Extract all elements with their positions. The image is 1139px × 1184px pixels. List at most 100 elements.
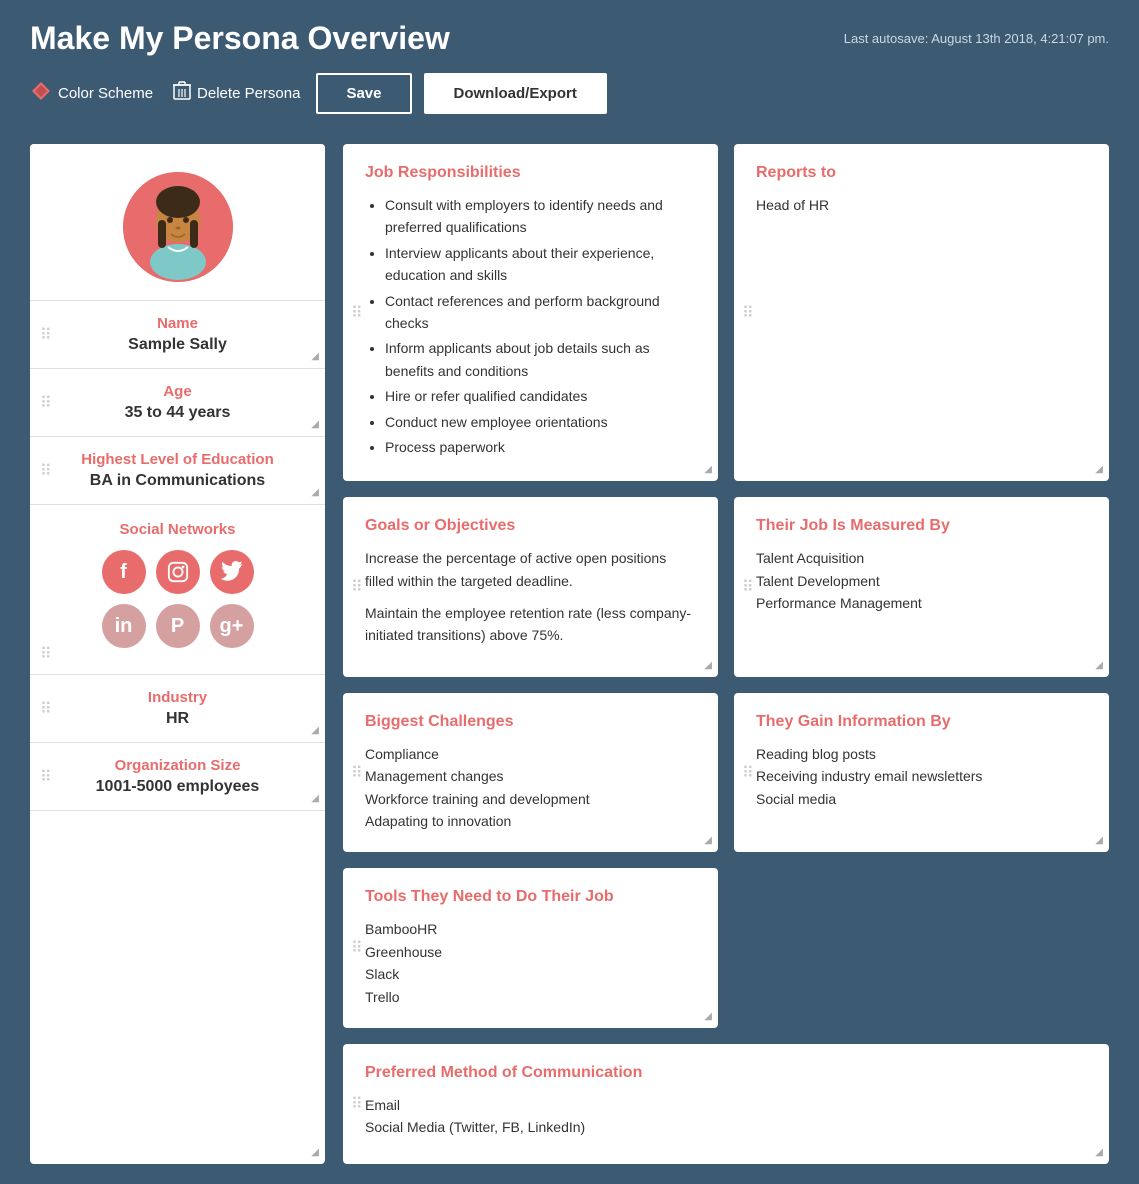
color-scheme-label: Color Scheme — [58, 85, 153, 102]
education-resize-handle[interactable]: ◢ — [311, 487, 319, 498]
job-measured-resize-handle[interactable]: ◢ — [1095, 660, 1103, 671]
challenges-resize-handle[interactable]: ◢ — [704, 835, 712, 846]
goals-paragraph: Increase the percentage of active open p… — [365, 547, 696, 592]
tools-drag-handle[interactable]: ⠿ — [351, 938, 363, 958]
tools-resize-handle[interactable]: ◢ — [704, 1011, 712, 1022]
list-item: Talent Acquisition — [756, 547, 1087, 569]
list-item: Talent Development — [756, 570, 1087, 592]
education-drag-handle[interactable]: ⠿ — [40, 461, 52, 481]
reports-to-drag-handle[interactable]: ⠿ — [742, 303, 754, 323]
communication-drag-handle[interactable]: ⠿ — [351, 1094, 363, 1114]
social-resize-handle[interactable]: ◢ — [311, 1147, 319, 1158]
list-item: BambooHR — [365, 918, 696, 940]
header-btn-group: Save Download/Export — [316, 73, 606, 114]
name-section: ⠿ Name Sample Sally ◢ — [30, 301, 325, 369]
autosave-text: Last autosave: August 13th 2018, 4:21:07… — [844, 31, 1109, 46]
social-icons-row1: f — [46, 550, 309, 594]
reports-to-content: Head of HR — [756, 194, 1087, 216]
gain-info-resize-handle[interactable]: ◢ — [1095, 835, 1103, 846]
right-grid: ⠿ Job Responsibilities Consult with empl… — [343, 144, 1109, 1164]
instagram-icon[interactable] — [156, 550, 200, 594]
download-button[interactable]: Download/Export — [424, 73, 607, 114]
color-scheme-button[interactable]: Color Scheme — [30, 80, 153, 107]
job-measured-content: Talent AcquisitionTalent DevelopmentPerf… — [756, 547, 1087, 614]
age-section: ⠿ Age 35 to 44 years ◢ — [30, 369, 325, 437]
job-resp-content: Consult with employers to identify needs… — [365, 194, 696, 458]
save-button[interactable]: Save — [316, 73, 411, 114]
linkedin-icon[interactable]: in — [102, 604, 146, 648]
left-panel: ⠿ Name Sample Sally ◢ ⠿ Age 35 to 44 yea… — [30, 144, 325, 1164]
job-resp-title: Job Responsibilities — [365, 164, 696, 182]
job-resp-drag-handle[interactable]: ⠿ — [351, 303, 363, 323]
industry-drag-handle[interactable]: ⠿ — [40, 699, 52, 719]
education-value: BA in Communications — [46, 472, 309, 490]
communication-content: EmailSocial Media (Twitter, FB, LinkedIn… — [365, 1094, 1087, 1139]
social-icons-row2: in P g+ — [46, 604, 309, 648]
challenges-card: ⠿ Biggest Challenges ComplianceManagemen… — [343, 693, 718, 853]
communication-list: EmailSocial Media (Twitter, FB, LinkedIn… — [365, 1094, 1087, 1139]
list-item: Inform applicants about job details such… — [385, 337, 696, 382]
job-measured-drag-handle[interactable]: ⠿ — [742, 577, 754, 597]
job-measured-list: Talent AcquisitionTalent DevelopmentPerf… — [756, 547, 1087, 614]
tools-card: ⠿ Tools They Need to Do Their Job Bamboo… — [343, 868, 718, 1028]
goals-drag-handle[interactable]: ⠿ — [351, 577, 363, 597]
pinterest-icon[interactable]: P — [156, 604, 200, 648]
header-left-actions: Color Scheme Delete Persona — [30, 80, 300, 107]
age-value: 35 to 44 years — [46, 404, 309, 422]
avatar-section — [30, 144, 325, 301]
challenges-title: Biggest Challenges — [365, 713, 696, 731]
list-item: Slack — [365, 963, 696, 985]
org-size-section: ⠿ Organization Size 1001-5000 employees … — [30, 743, 325, 811]
avatar — [123, 172, 233, 282]
twitter-svg — [221, 561, 243, 583]
age-resize-handle[interactable]: ◢ — [311, 419, 319, 430]
communication-resize-handle[interactable]: ◢ — [1095, 1147, 1103, 1158]
social-drag-handle[interactable]: ⠿ — [40, 644, 52, 664]
org-size-resize-handle[interactable]: ◢ — [311, 793, 319, 804]
age-drag-handle[interactable]: ⠿ — [40, 393, 52, 413]
goals-paragraph: Maintain the employee retention rate (le… — [365, 602, 696, 647]
list-item: Greenhouse — [365, 941, 696, 963]
twitter-icon[interactable] — [210, 550, 254, 594]
reports-to-title: Reports to — [756, 164, 1087, 182]
org-size-drag-handle[interactable]: ⠿ — [40, 767, 52, 787]
tools-list: BambooHRGreenhouseSlackTrello — [365, 918, 696, 1008]
list-item: Interview applicants about their experie… — [385, 242, 696, 287]
goals-content: Increase the percentage of active open p… — [365, 547, 696, 647]
challenges-list: ComplianceManagement changesWorkforce tr… — [365, 743, 696, 833]
list-item: Adapating to innovation — [365, 810, 696, 832]
goals-title: Goals or Objectives — [365, 517, 696, 535]
list-item: Social media — [756, 788, 1087, 810]
delete-persona-button[interactable]: Delete Persona — [173, 81, 300, 106]
name-resize-handle[interactable]: ◢ — [311, 351, 319, 362]
avatar-svg — [123, 172, 233, 282]
job-resp-resize-handle[interactable]: ◢ — [704, 464, 712, 475]
delete-persona-label: Delete Persona — [197, 85, 300, 102]
list-item: Performance Management — [756, 592, 1087, 614]
tools-title: Tools They Need to Do Their Job — [365, 888, 696, 906]
org-size-value: 1001-5000 employees — [46, 778, 309, 796]
list-item: Management changes — [365, 765, 696, 787]
social-section: ⠿ Social Networks f in — [30, 505, 325, 675]
age-label: Age — [46, 383, 309, 400]
name-drag-handle[interactable]: ⠿ — [40, 325, 52, 345]
communication-title: Preferred Method of Communication — [365, 1064, 1087, 1082]
goals-card: ⠿ Goals or Objectives Increase the perce… — [343, 497, 718, 677]
list-item: Workforce training and development — [365, 788, 696, 810]
googleplus-icon[interactable]: g+ — [210, 604, 254, 648]
gain-info-drag-handle[interactable]: ⠿ — [742, 763, 754, 783]
reports-to-value: Head of HR — [756, 197, 829, 213]
job-measured-title: Their Job Is Measured By — [756, 517, 1087, 535]
reports-to-resize-handle[interactable]: ◢ — [1095, 464, 1103, 475]
challenges-drag-handle[interactable]: ⠿ — [351, 763, 363, 783]
list-item: Compliance — [365, 743, 696, 765]
facebook-icon[interactable]: f — [102, 550, 146, 594]
industry-resize-handle[interactable]: ◢ — [311, 725, 319, 736]
list-item: Process paperwork — [385, 436, 696, 458]
social-label: Social Networks — [46, 521, 309, 538]
header: Make My Persona Overview Last autosave: … — [0, 0, 1139, 124]
main-content: ⠿ Name Sample Sally ◢ ⠿ Age 35 to 44 yea… — [0, 124, 1139, 1184]
gain-info-title: They Gain Information By — [756, 713, 1087, 731]
industry-value: HR — [46, 710, 309, 728]
goals-resize-handle[interactable]: ◢ — [704, 660, 712, 671]
